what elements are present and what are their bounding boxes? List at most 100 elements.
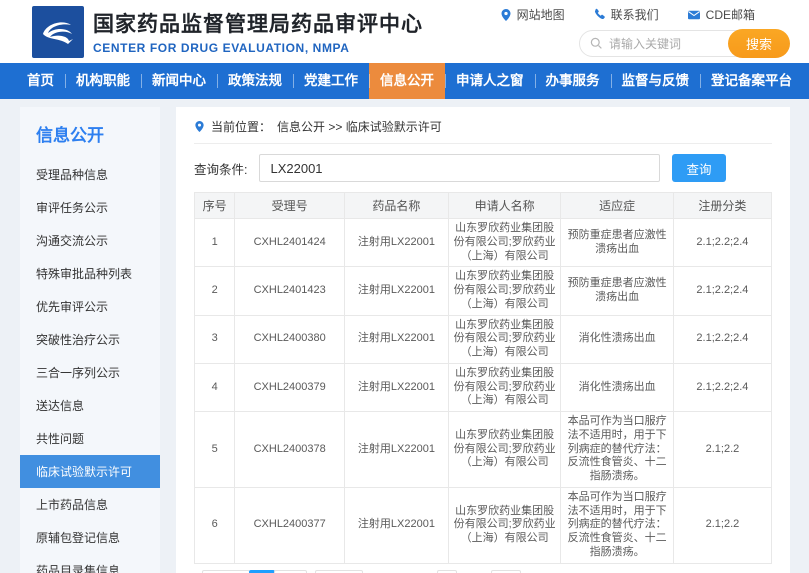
cell-drug-name: 注射用LX22001 [345,412,449,488]
sidebar-item[interactable]: 上市药品信息 [20,488,160,521]
query-button[interactable]: 查询 [672,154,726,182]
brand-titles: 国家药品监督管理局药品审评中心 CENTER FOR DRUG EVALUATI… [93,8,423,55]
query-label: 查询条件: [194,159,247,178]
cell-drug-name: 注射用LX22001 [345,315,449,363]
sidebar-item[interactable]: 优先审评公示 [20,290,160,323]
sidebar-item[interactable]: 受理品种信息 [20,158,160,191]
table-column-header: 注册分类 [673,193,771,219]
cell-reg-class: 2.1;2.2 [673,487,771,563]
nav-item[interactable]: 登记备案平台 [700,63,803,99]
breadcrumb-path: 信息公开 >> 临床试验默示许可 [277,118,442,135]
sidebar-item[interactable]: 共性问题 [20,422,160,455]
table-column-header: 适应症 [561,193,674,219]
main-nav: 首页 机构职能 新闻中心 政策法规 党建工作 信息公开 申请人之窗 办事服务 监… [0,63,809,99]
table-column-header: 药品名称 [345,193,449,219]
cell-reg-class: 2.1;2.2;2.4 [673,363,771,411]
cell-drug-name: 注射用LX22001 [345,267,449,315]
cell-reg-class: 2.1;2.2;2.4 [673,315,771,363]
contact-label: 联系我们 [611,6,659,23]
cell-indication: 预防重症患者应激性溃疡出血 [561,267,674,315]
table-column-header: 受理号 [235,193,345,219]
nav-item[interactable]: 申请人之窗 [445,63,535,99]
cell-indication: 消化性溃疡出血 [561,363,674,411]
cell-seq: 5 [195,412,235,488]
query-bar: 查询条件: 查询 [194,154,772,182]
nav-item[interactable]: 政策法规 [217,63,293,99]
pagination [202,570,772,573]
cell-reg-class: 2.1;2.2;2.4 [673,267,771,315]
cde-logo-icon [32,6,84,58]
cell-acceptance-no: CXHL2401424 [235,219,345,267]
site-subtitle: CENTER FOR DRUG EVALUATION, NMPA [93,41,423,55]
sidebar-item[interactable]: 原辅包登记信息 [20,521,160,554]
nav-item[interactable]: 新闻中心 [141,63,217,99]
cell-acceptance-no: CXHL2400380 [235,315,345,363]
cell-acceptance-no: CXHL2400377 [235,487,345,563]
cell-applicant: 山东罗欣药业集团股份有限公司;罗欣药业（上海）有限公司 [448,219,561,267]
sidebar-item[interactable]: 临床试验默示许可 [20,455,160,488]
brand: 国家药品监督管理局药品审评中心 CENTER FOR DRUG EVALUATI… [32,6,423,58]
cell-seq: 4 [195,363,235,411]
cell-applicant: 山东罗欣药业集团股份有限公司;罗欣药业（上海）有限公司 [448,363,561,411]
cell-indication: 预防重症患者应激性溃疡出血 [561,219,674,267]
sidebar-item[interactable]: 沟通交流公示 [20,224,160,257]
search-icon [590,37,603,50]
main-content: 当前位置： 信息公开 >> 临床试验默示许可 查询条件: 查询 序号 受理号 [176,107,790,573]
cde-mail-link[interactable]: CDE邮箱 [687,6,755,23]
envelope-icon [687,9,701,21]
sitemap-label: 网站地图 [517,6,565,23]
pagination-confirm-button[interactable] [491,570,521,573]
site-title: 国家药品监督管理局药品审评中心 [93,8,423,38]
nav-list: 首页 机构职能 新闻中心 政策法规 党建工作 信息公开 申请人之窗 办事服务 监… [16,63,803,99]
search-button[interactable]: 搜索 [728,29,790,58]
sidebar-item[interactable]: 送达信息 [20,389,160,422]
cell-indication: 本品可作为当口服疗法不适用时，用于下列病症的替代疗法：反流性食管炎、十二指肠溃疡… [561,412,674,488]
table-row: 1 CXHL2401424 注射用LX22001 山东罗欣药业集团股份有限公司;… [195,219,772,267]
breadcrumb-prefix: 当前位置： [211,118,271,135]
nav-item[interactable]: 监督与反馈 [611,63,701,99]
table-header-row: 序号 受理号 药品名称 申请人名称 适应症 注册分类 [195,193,772,219]
pagination-prev-button[interactable] [202,570,250,573]
nav-item[interactable]: 办事服务 [535,63,611,99]
cell-reg-class: 2.1;2.2 [673,412,771,488]
table-row: 2 CXHL2401423 注射用LX22001 山东罗欣药业集团股份有限公司;… [195,267,772,315]
cell-drug-name: 注射用LX22001 [345,487,449,563]
cell-seq: 3 [195,315,235,363]
cde-mail-label: CDE邮箱 [706,6,755,23]
pagination-page-button[interactable] [274,570,307,573]
sidebar-item[interactable]: 药品目录集信息 [20,554,160,573]
pagination-next-button[interactable] [315,570,363,573]
cell-seq: 2 [195,267,235,315]
sidebar-item[interactable]: 突破性治疗公示 [20,323,160,356]
sitemap-link[interactable]: 网站地图 [500,6,565,23]
pagination-jump-input[interactable] [437,570,457,573]
sidebar-item[interactable]: 特殊审批品种列表 [20,257,160,290]
nav-item[interactable]: 党建工作 [293,63,369,99]
site-header: 国家药品监督管理局药品审评中心 CENTER FOR DRUG EVALUATI… [0,0,809,63]
site-search: 搜索 [579,30,789,57]
nav-item[interactable]: 首页 [16,63,65,99]
header-right: 网站地图 联系我们 CDE邮箱 搜索 [500,6,789,57]
contact-link[interactable]: 联系我们 [593,6,659,23]
location-pin-icon [194,120,205,133]
pagination-page-active[interactable] [249,570,275,573]
table-row: 6 CXHL2400377 注射用LX22001 山东罗欣药业集团股份有限公司;… [195,487,772,563]
location-pin-icon [500,8,512,22]
sidebar-title: 信息公开 [20,107,160,158]
cell-indication: 本品可作为当口服疗法不适用时，用于下列病症的替代疗法：反流性食管炎、十二指肠溃疡… [561,487,674,563]
table-row: 4 CXHL2400379 注射用LX22001 山东罗欣药业集团股份有限公司;… [195,363,772,411]
page-body: 信息公开 受理品种信息 审评任务公示 沟通交流公示 特殊审批品种列表 优先审评公… [20,107,790,573]
cell-applicant: 山东罗欣药业集团股份有限公司;罗欣药业（上海）有限公司 [448,315,561,363]
cell-acceptance-no: CXHL2400378 [235,412,345,488]
cell-acceptance-no: CXHL2400379 [235,363,345,411]
breadcrumb: 当前位置： 信息公开 >> 临床试验默示许可 [194,113,772,144]
cell-seq: 6 [195,487,235,563]
query-input[interactable] [259,154,660,182]
quick-links: 网站地图 联系我们 CDE邮箱 [500,6,755,23]
nav-item[interactable]: 信息公开 [369,63,445,99]
cell-seq: 1 [195,219,235,267]
sidebar-item[interactable]: 三合一序列公示 [20,356,160,389]
cell-applicant: 山东罗欣药业集团股份有限公司;罗欣药业（上海）有限公司 [448,412,561,488]
nav-item[interactable]: 机构职能 [65,63,141,99]
sidebar-item[interactable]: 审评任务公示 [20,191,160,224]
